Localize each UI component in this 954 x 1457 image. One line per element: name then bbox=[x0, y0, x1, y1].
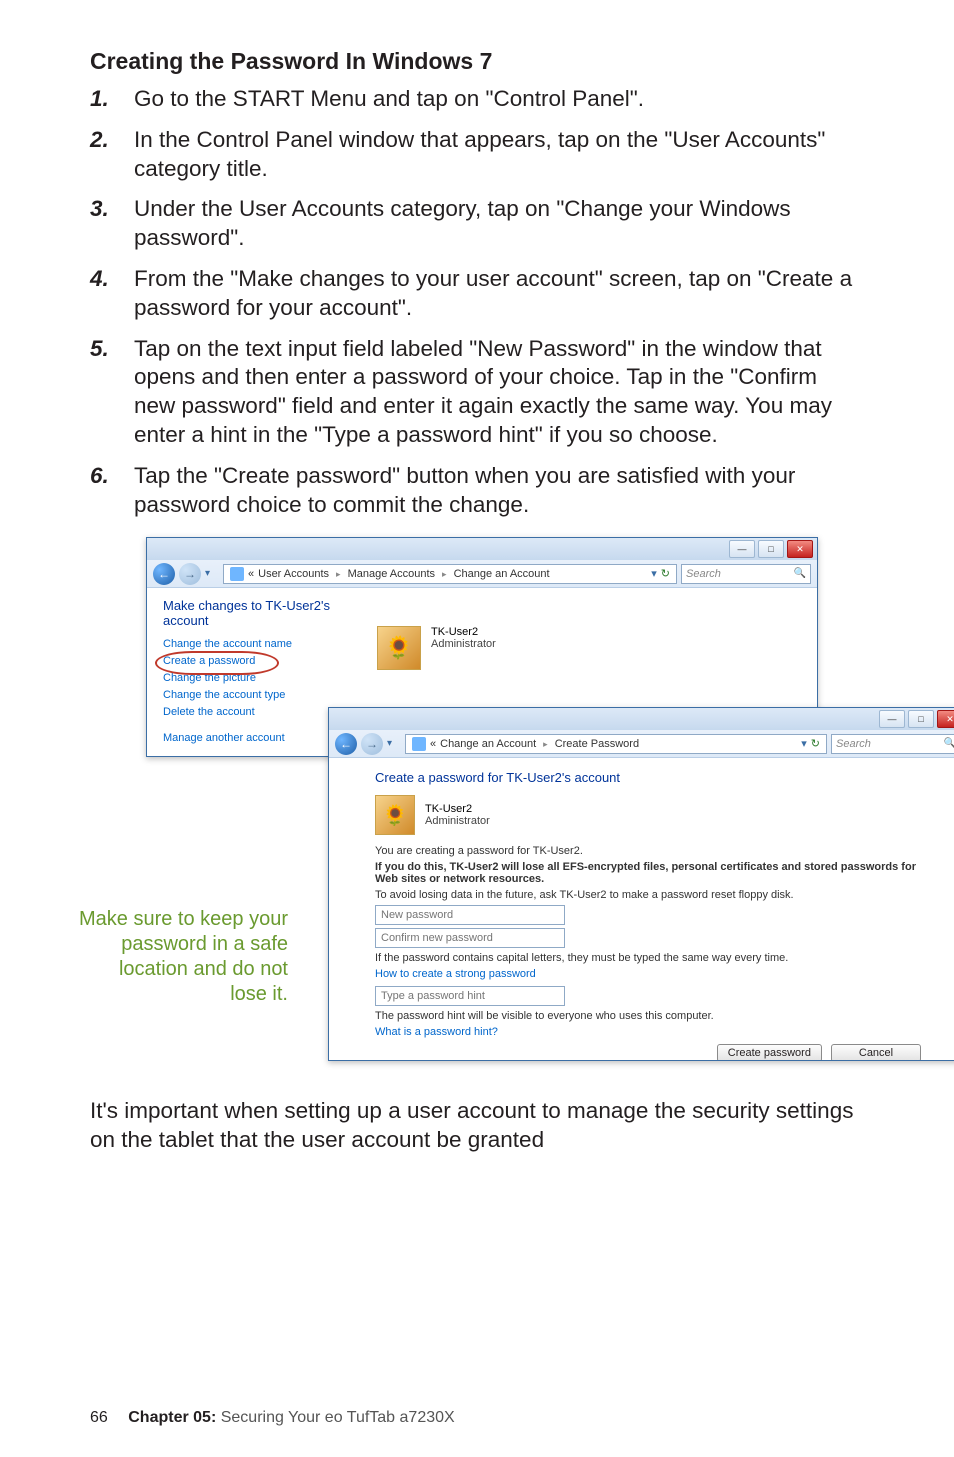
step-list: Go to the START Menu and tap on "Control… bbox=[90, 85, 864, 519]
cancel-button[interactable]: Cancel bbox=[831, 1044, 921, 1060]
forward-button[interactable]: → bbox=[361, 733, 383, 755]
back-button[interactable]: ← bbox=[335, 733, 357, 755]
nav-toolbar: ← → ▾ « Change an Account Create Passwor… bbox=[329, 730, 954, 758]
refresh-icon[interactable]: ↻ bbox=[661, 567, 670, 580]
breadcrumb-segment[interactable]: « bbox=[430, 738, 436, 750]
close-button[interactable]: ✕ bbox=[787, 540, 813, 558]
close-button[interactable]: ✕ bbox=[937, 710, 954, 728]
breadcrumb-sep-icon bbox=[439, 568, 450, 580]
back-button[interactable]: ← bbox=[153, 563, 175, 585]
titlebar: — □ ✕ bbox=[329, 708, 954, 730]
hint-visibility-note: The password hint will be visible to eve… bbox=[375, 1010, 921, 1022]
link-create-password[interactable]: Create a password bbox=[163, 655, 353, 667]
refresh-icon[interactable]: ↻ bbox=[811, 737, 820, 750]
breadcrumb-segment[interactable]: User Accounts bbox=[258, 568, 329, 580]
breadcrumb-segment[interactable]: « bbox=[248, 568, 254, 580]
user-name: TK-User2 bbox=[431, 626, 496, 638]
screenshot-group: — □ ✕ ← → ▾ « User Accounts Manage Accou… bbox=[90, 537, 864, 1067]
new-password-input[interactable] bbox=[375, 905, 565, 925]
section-heading: Creating the Password In Windows 7 bbox=[90, 48, 864, 75]
user-avatar-icon: 🌻 bbox=[377, 626, 421, 670]
task-link-list: Change the account name Create a passwor… bbox=[163, 638, 353, 744]
minimize-button[interactable]: — bbox=[879, 710, 905, 728]
caps-note: If the password contains capital letters… bbox=[375, 952, 921, 964]
warning-line: If you do this, TK-User2 will lose all E… bbox=[375, 861, 921, 885]
user-role: Administrator bbox=[431, 638, 496, 650]
link-manage-another[interactable]: Manage another account bbox=[163, 732, 353, 744]
user-info: TK-User2 Administrator bbox=[431, 626, 496, 650]
link-change-name[interactable]: Change the account name bbox=[163, 638, 353, 650]
addr-dropdown-icon[interactable]: ▾ bbox=[801, 737, 807, 750]
link-change-type[interactable]: Change the account type bbox=[163, 689, 353, 701]
step-item: In the Control Panel window that appears… bbox=[90, 126, 864, 184]
step-item: Under the User Accounts category, tap on… bbox=[90, 195, 864, 253]
addr-dropdown-icon[interactable]: ▾ bbox=[651, 567, 657, 580]
titlebar: — □ ✕ bbox=[147, 538, 817, 560]
page-number: 66 bbox=[90, 1409, 108, 1426]
breadcrumb-segment[interactable]: Change an Account bbox=[454, 568, 550, 580]
step-item: From the "Make changes to your user acco… bbox=[90, 265, 864, 323]
chapter-label: Chapter 05: bbox=[128, 1409, 216, 1426]
search-input[interactable]: Search bbox=[831, 734, 954, 754]
info-line: You are creating a password for TK-User2… bbox=[375, 845, 921, 857]
panel-title: Make changes to TK-User2's account bbox=[163, 598, 353, 628]
breadcrumb-segment[interactable]: Create Password bbox=[555, 738, 639, 750]
step-item: Tap the "Create password" button when yo… bbox=[90, 462, 864, 520]
chapter-title: Securing Your eo TufTab a7230X bbox=[216, 1409, 454, 1426]
link-what-is-hint[interactable]: What is a password hint? bbox=[375, 1026, 921, 1038]
maximize-button[interactable]: □ bbox=[908, 710, 934, 728]
create-password-button[interactable]: Create password bbox=[717, 1044, 822, 1060]
minimize-button[interactable]: — bbox=[729, 540, 755, 558]
breadcrumb-segment[interactable]: Manage Accounts bbox=[348, 568, 435, 580]
user-role: Administrator bbox=[425, 815, 490, 827]
history-chevron-icon[interactable]: ▾ bbox=[387, 738, 401, 749]
location-icon bbox=[230, 567, 244, 581]
breadcrumb-sep-icon bbox=[540, 738, 551, 750]
step-item: Go to the START Menu and tap on "Control… bbox=[90, 85, 864, 114]
info-line: To avoid losing data in the future, ask … bbox=[375, 889, 921, 901]
user-info: TK-User2 Administrator bbox=[425, 803, 490, 827]
search-input[interactable]: Search bbox=[681, 564, 811, 584]
step-item: Tap on the text input field labeled "New… bbox=[90, 335, 864, 450]
breadcrumb-segment[interactable]: Change an Account bbox=[440, 738, 536, 750]
confirm-password-input[interactable] bbox=[375, 928, 565, 948]
breadcrumb-sep-icon bbox=[333, 568, 344, 580]
history-chevron-icon[interactable]: ▾ bbox=[205, 568, 219, 579]
location-icon bbox=[412, 737, 426, 751]
password-hint-input[interactable] bbox=[375, 986, 565, 1006]
address-bar[interactable]: « Change an Account Create Password ▾ ↻ bbox=[405, 734, 827, 754]
body-paragraph: It's important when setting up a user ac… bbox=[90, 1097, 864, 1155]
page-footer: 66 Chapter 05: Securing Your eo TufTab a… bbox=[90, 1409, 455, 1427]
nav-toolbar: ← → ▾ « User Accounts Manage Accounts Ch… bbox=[147, 560, 817, 588]
user-avatar-icon: 🌻 bbox=[375, 795, 415, 835]
maximize-button[interactable]: □ bbox=[758, 540, 784, 558]
user-name: TK-User2 bbox=[425, 803, 490, 815]
create-password-window: — □ ✕ ← → ▾ « Change an Account Create P… bbox=[328, 707, 954, 1061]
dialog-title: Create a password for TK-User2's account bbox=[375, 770, 921, 785]
forward-button[interactable]: → bbox=[179, 563, 201, 585]
link-strong-password[interactable]: How to create a strong password bbox=[375, 968, 921, 980]
link-delete-account[interactable]: Delete the account bbox=[163, 706, 353, 718]
margin-callout: Make sure to keep your password in a saf… bbox=[78, 907, 288, 1007]
address-bar[interactable]: « User Accounts Manage Accounts Change a… bbox=[223, 564, 677, 584]
